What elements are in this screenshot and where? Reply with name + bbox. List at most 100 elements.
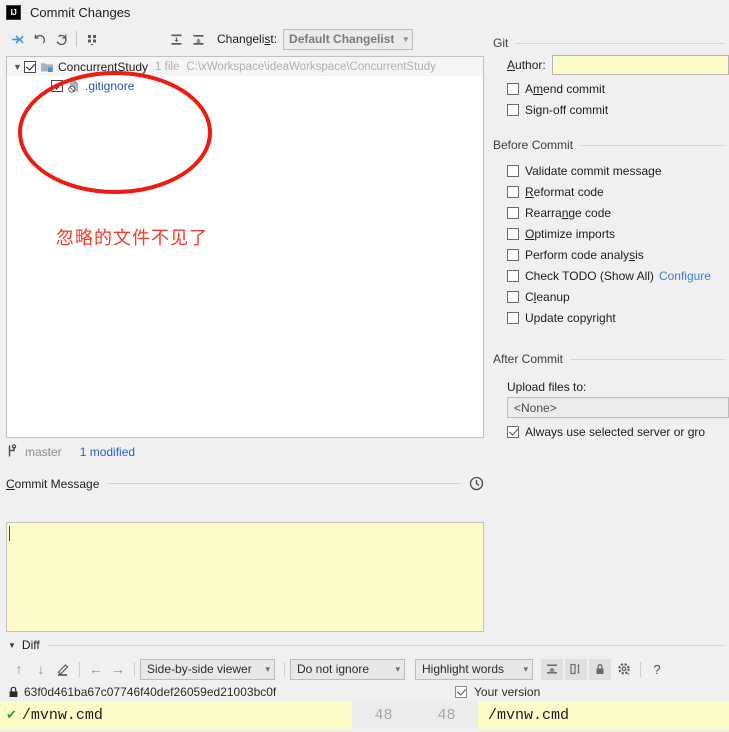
validate-commit-message-row[interactable]: Validate commit message	[487, 160, 729, 181]
amend-commit-checkbox[interactable]	[507, 82, 519, 95]
tree-row-root[interactable]: ▼ ConcurrentStudy 1 file C:\xWorkspace\i…	[7, 57, 483, 76]
upload-server-dropdown[interactable]: <None>	[507, 397, 729, 418]
always-use-server-checkbox[interactable]	[507, 425, 519, 438]
update-copyright-row[interactable]: Update copyright	[487, 307, 729, 328]
line-number-left: 48	[374, 706, 393, 724]
collapse-all-icon[interactable]	[187, 28, 209, 50]
expand-all-icon[interactable]	[165, 28, 187, 50]
diff-left-revision: 63f0d461ba67c07746f40def26059ed21003bc0f	[24, 684, 277, 699]
chevron-down-icon[interactable]: ▼	[8, 641, 16, 650]
reformat-code-row[interactable]: Reformat code	[487, 181, 729, 202]
perform-code-analysis-row[interactable]: Perform code analysis	[487, 244, 729, 265]
changes-pane: Changelist: Default Changelist ▾ ▼ Concu…	[0, 24, 487, 634]
check-todo-label: Check TODO (Show All)	[525, 268, 654, 283]
toolbar-separator	[79, 661, 80, 677]
reformat-code-label: Reformat code	[525, 184, 604, 199]
text-caret	[9, 526, 10, 541]
modified-count-link[interactable]: 1 modified	[80, 445, 135, 459]
accept-right-icon[interactable]: →	[107, 658, 129, 680]
toolbar-separator	[76, 31, 77, 47]
sign-off-commit-checkbox-row[interactable]: Sign-off commit	[487, 99, 729, 120]
optimize-imports-row[interactable]: Optimize imports	[487, 223, 729, 244]
history-clock-icon[interactable]	[469, 476, 484, 491]
intellij-idea-icon: IJ	[6, 4, 21, 20]
toolbar-separator	[284, 661, 285, 677]
diff-left-line[interactable]: ✔ /mvnw.cmd	[0, 701, 352, 729]
sign-off-commit-label: Sign-off commit	[525, 102, 609, 117]
always-use-server-row[interactable]: Always use selected server or gro	[487, 421, 729, 442]
check-todo-row[interactable]: Check TODO (Show All) Configure	[487, 265, 729, 286]
root-label: ConcurrentStudy	[58, 59, 149, 74]
commit-options-pane: Git Author: Amend commit Sign-off commit…	[487, 24, 729, 634]
diff-toolbar: ↑ ↓ ← → Side-by-side viewer ▾ Do not ign…	[0, 656, 729, 682]
update-copyright-checkbox[interactable]	[507, 311, 519, 324]
revert-icon[interactable]	[28, 28, 50, 50]
diff-left-title: 63f0d461ba67c07746f40def26059ed21003bc0f	[0, 685, 455, 699]
changes-toolbar: Changelist: Default Changelist ▾	[0, 24, 487, 54]
diff-section-header[interactable]: ▼ Diff	[0, 634, 729, 656]
perform-code-analysis-checkbox[interactable]	[507, 248, 519, 261]
synchronize-scrolling-icon[interactable]	[565, 658, 587, 680]
optimize-imports-checkbox[interactable]	[507, 227, 519, 240]
file-checkbox[interactable]	[51, 79, 63, 92]
collapse-unchanged-fragments-icon[interactable]	[541, 658, 563, 680]
validate-commit-message-label: Validate commit message	[525, 163, 662, 178]
configure-todo-link[interactable]: Configure	[659, 269, 711, 283]
chevron-down-icon[interactable]: ▼	[11, 62, 24, 72]
read-only-lock-icon[interactable]	[589, 658, 611, 680]
toolbar-separator	[134, 661, 135, 677]
dialog-body: Changelist: Default Changelist ▾ ▼ Concu…	[0, 24, 729, 732]
whitespace-mode-dropdown[interactable]: Do not ignore ▾	[290, 658, 405, 680]
divider	[580, 144, 725, 146]
git-section-title: Git	[493, 36, 509, 50]
file-label: .gitignore	[85, 78, 135, 93]
author-label: Author:	[507, 58, 546, 72]
after-commit-section-title: After Commit	[493, 352, 564, 366]
changelist-dropdown[interactable]: Default Changelist ▾	[283, 28, 414, 50]
cleanup-row[interactable]: Cleanup	[487, 286, 729, 307]
before-commit-section-title: Before Commit	[493, 138, 574, 152]
chevron-down-icon: ▾	[395, 663, 400, 674]
changelist-label: Changelist:	[217, 32, 278, 46]
highlight-mode-dropdown[interactable]: Highlight words ▾	[415, 658, 533, 680]
your-version-checkbox[interactable]	[455, 685, 467, 698]
rearrange-code-checkbox[interactable]	[507, 206, 519, 219]
validate-commit-message-checkbox[interactable]	[507, 164, 519, 177]
diff-line-number-gutter: 48 48	[352, 701, 478, 729]
sign-off-commit-checkbox[interactable]	[507, 103, 519, 116]
diff-right-line[interactable]: /mvnw.cmd	[478, 701, 729, 729]
group-by-icon[interactable]	[81, 28, 103, 50]
perform-code-analysis-label: Perform code analysis	[525, 247, 644, 262]
viewer-mode-dropdown[interactable]: Side-by-side viewer ▾	[140, 658, 275, 680]
diff-titles-row: 63f0d461ba67c07746f40def26059ed21003bc0f…	[0, 682, 729, 701]
tree-row-file[interactable]: .gitignore	[7, 76, 483, 95]
diff-settings-gear-icon[interactable]	[613, 658, 635, 680]
root-checkbox[interactable]	[24, 60, 36, 73]
update-copyright-label: Update copyright	[525, 310, 616, 325]
rearrange-code-row[interactable]: Rearrange code	[487, 202, 729, 223]
amend-commit-label: Amend commit	[525, 81, 606, 96]
refresh-icon[interactable]	[50, 28, 72, 50]
rearrange-code-label: Rearrange code	[525, 205, 612, 220]
chevron-down-icon: ▾	[265, 663, 270, 674]
changelist-value: Default Changelist	[289, 32, 395, 46]
amend-commit-checkbox-row[interactable]: Amend commit	[487, 78, 729, 99]
diff-help-icon[interactable]: ?	[646, 658, 668, 680]
always-use-server-label: Always use selected server or gro	[525, 424, 706, 439]
diff-left-line-text: /mvnw.cmd	[21, 706, 103, 724]
move-to-changelist-icon[interactable]	[6, 28, 28, 50]
commit-message-input[interactable]	[6, 522, 484, 632]
cleanup-checkbox[interactable]	[507, 290, 519, 303]
edit-source-icon[interactable]	[52, 658, 74, 680]
branch-icon	[6, 443, 19, 461]
author-field[interactable]	[551, 55, 729, 75]
previous-difference-icon[interactable]: ↑	[8, 658, 30, 680]
lock-icon	[8, 686, 19, 698]
highlight-mode-value: Highlight words	[422, 662, 505, 676]
divider	[515, 42, 725, 44]
reformat-code-checkbox[interactable]	[507, 185, 519, 198]
check-todo-checkbox[interactable]	[507, 269, 519, 282]
accept-left-icon[interactable]: ←	[85, 658, 107, 680]
next-difference-icon[interactable]: ↓	[30, 658, 52, 680]
root-path: C:\xWorkspace\ideaWorkspace\ConcurrentSt…	[186, 60, 436, 73]
